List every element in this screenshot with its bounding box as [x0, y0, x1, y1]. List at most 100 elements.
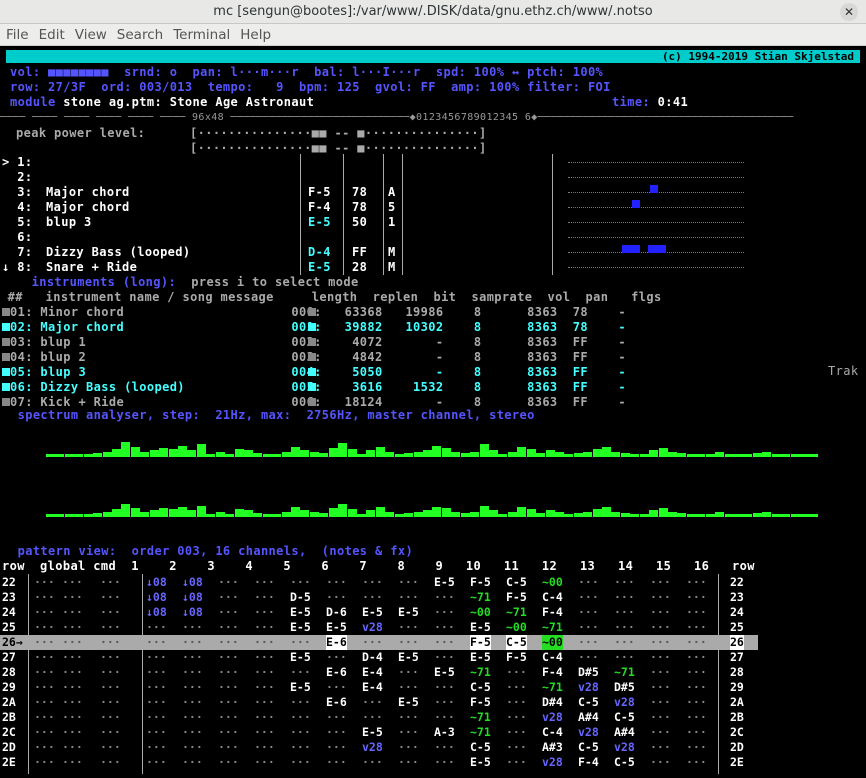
pattern-cell[interactable]: ↓08: [182, 590, 203, 605]
pattern-cell[interactable]: ···: [100, 680, 121, 695]
pattern-cell[interactable]: ···: [398, 680, 419, 695]
pattern-cell[interactable]: ···: [506, 680, 527, 695]
pattern-cell[interactable]: ···: [254, 680, 275, 695]
pattern-cell[interactable]: ···: [434, 605, 455, 620]
pattern-cell[interactable]: ···: [218, 755, 239, 770]
pattern-cell[interactable]: ···: [254, 620, 275, 635]
pattern-cell[interactable]: ···: [62, 665, 83, 680]
pattern-cell[interactable]: ···: [218, 620, 239, 635]
pattern-cell[interactable]: E-4: [362, 665, 383, 680]
pattern-cell[interactable]: ···: [686, 710, 707, 725]
pattern-cell[interactable]: E-5: [290, 620, 311, 635]
pattern-cell[interactable]: ···: [34, 665, 55, 680]
instrument-row[interactable]: 05: blup 3 004: 5050 - 8 8363 FF -: [10, 365, 626, 380]
pattern-cell[interactable]: ···: [182, 710, 203, 725]
pattern-cell[interactable]: ···: [686, 635, 707, 650]
pattern-cell[interactable]: ···: [100, 695, 121, 710]
pattern-cell[interactable]: ···: [506, 755, 527, 770]
pattern-cell[interactable]: A#3: [542, 740, 563, 755]
pattern-cell[interactable]: ···: [398, 740, 419, 755]
pattern-cell[interactable]: C-5: [506, 575, 527, 590]
pattern-cell[interactable]: ···: [62, 755, 83, 770]
pattern-cell[interactable]: ···: [182, 755, 203, 770]
pattern-cell[interactable]: ···: [34, 575, 55, 590]
pattern-cell[interactable]: ···: [362, 695, 383, 710]
pattern-cell[interactable]: ···: [434, 710, 455, 725]
pattern-cell[interactable]: ···: [326, 680, 347, 695]
pattern-cell[interactable]: ···: [182, 635, 203, 650]
pattern-cell[interactable]: ~71: [470, 590, 491, 605]
pattern-cell[interactable]: C-4: [542, 590, 563, 605]
pattern-cell[interactable]: ···: [650, 650, 671, 665]
pattern-cell[interactable]: ···: [100, 575, 121, 590]
pattern-cell[interactable]: ↓08: [182, 575, 203, 590]
pattern-cell[interactable]: ···: [326, 740, 347, 755]
pattern-cell[interactable]: ···: [434, 620, 455, 635]
pattern-cell[interactable]: ···: [326, 575, 347, 590]
pattern-cell[interactable]: ···: [290, 665, 311, 680]
pattern-cell[interactable]: C-5: [614, 755, 635, 770]
pattern-cell[interactable]: ···: [62, 575, 83, 590]
pattern-cell[interactable]: ···: [506, 725, 527, 740]
pattern-cell[interactable]: ···: [34, 635, 55, 650]
pattern-cell[interactable]: ···: [686, 695, 707, 710]
pattern-cell[interactable]: ···: [254, 665, 275, 680]
pattern-cell[interactable]: E-5: [434, 575, 455, 590]
pattern-cell[interactable]: ···: [218, 605, 239, 620]
pattern-cell[interactable]: ~71: [506, 605, 527, 620]
pattern-cell[interactable]: ···: [146, 755, 167, 770]
pattern-cell[interactable]: D#5: [578, 665, 599, 680]
pattern-cell[interactable]: ···: [218, 635, 239, 650]
pattern-cell[interactable]: ···: [34, 695, 55, 710]
pattern-cell[interactable]: ···: [686, 620, 707, 635]
pattern-cell[interactable]: ···: [290, 635, 311, 650]
pattern-cell[interactable]: ···: [650, 740, 671, 755]
pattern-cell[interactable]: ···: [650, 575, 671, 590]
pattern-cell[interactable]: E-5: [362, 605, 383, 620]
pattern-cell[interactable]: ···: [614, 590, 635, 605]
pattern-cell[interactable]: ···: [362, 710, 383, 725]
pattern-cell[interactable]: A-3: [434, 725, 455, 740]
pattern-cell[interactable]: ···: [62, 725, 83, 740]
pattern-cell[interactable]: F-5: [470, 695, 491, 710]
instrument-row[interactable]: 01: Minor chord 000: 63368 19986 8 8363 …: [10, 305, 626, 320]
pattern-cell[interactable]: ···: [686, 665, 707, 680]
pattern-cell[interactable]: ~00: [506, 620, 527, 635]
pattern-cell[interactable]: ···: [218, 575, 239, 590]
pattern-cell[interactable]: ···: [506, 665, 527, 680]
pattern-cell[interactable]: E-5: [398, 605, 419, 620]
pattern-cell[interactable]: ···: [614, 620, 635, 635]
pattern-cell[interactable]: ···: [182, 740, 203, 755]
pattern-cell[interactable]: v28: [362, 620, 383, 635]
pattern-cell[interactable]: ···: [650, 680, 671, 695]
pattern-cell[interactable]: ···: [146, 740, 167, 755]
pattern-cell[interactable]: ···: [434, 650, 455, 665]
pattern-cell[interactable]: ···: [182, 665, 203, 680]
pattern-cell[interactable]: ···: [326, 725, 347, 740]
pattern-cell[interactable]: ~00: [542, 635, 563, 650]
pattern-cell[interactable]: ···: [398, 575, 419, 590]
pattern-cell[interactable]: ···: [326, 755, 347, 770]
pattern-cell[interactable]: ↓08: [146, 605, 167, 620]
pattern-cell[interactable]: ···: [650, 590, 671, 605]
pattern-cell[interactable]: ···: [100, 755, 121, 770]
pattern-cell[interactable]: C-4: [542, 725, 563, 740]
pattern-cell[interactable]: ···: [146, 695, 167, 710]
pattern-cell[interactable]: ···: [62, 605, 83, 620]
pattern-cell[interactable]: ···: [650, 710, 671, 725]
pattern-cell[interactable]: ···: [578, 605, 599, 620]
pattern-cell[interactable]: C-5: [614, 710, 635, 725]
pattern-cell[interactable]: ···: [398, 725, 419, 740]
pattern-cell[interactable]: ···: [254, 725, 275, 740]
pattern-cell[interactable]: ···: [146, 635, 167, 650]
pattern-cell[interactable]: ···: [686, 740, 707, 755]
pattern-cell[interactable]: ···: [182, 650, 203, 665]
pattern-cell[interactable]: ···: [146, 650, 167, 665]
pattern-cell[interactable]: v28: [614, 740, 635, 755]
pattern-cell[interactable]: ···: [434, 695, 455, 710]
menu-view[interactable]: View: [75, 24, 107, 46]
pattern-cell[interactable]: ···: [578, 590, 599, 605]
pattern-cell[interactable]: ···: [182, 620, 203, 635]
instrument-row[interactable]: 06: Dizzy Bass (looped) 005: 3616 1532 8…: [10, 380, 626, 395]
pattern-cell[interactable]: ···: [34, 620, 55, 635]
